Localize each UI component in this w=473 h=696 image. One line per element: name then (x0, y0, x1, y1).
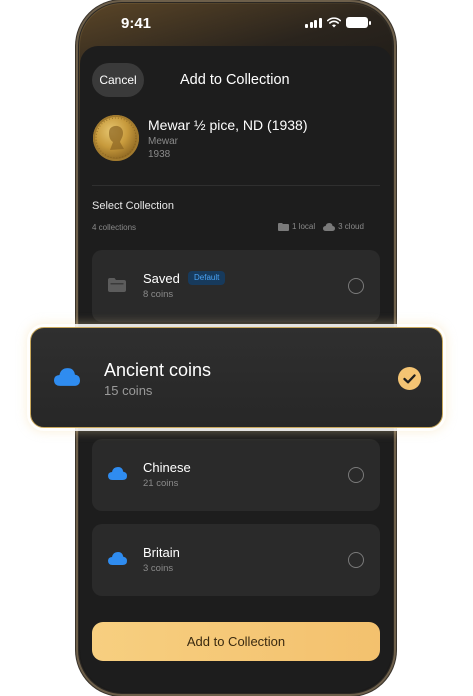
check-icon[interactable] (398, 367, 421, 390)
collection-card-saved[interactable]: Saved Default 8 coins (92, 250, 380, 322)
cloud-icon (323, 222, 336, 231)
sheet-title: Add to Collection (180, 72, 290, 88)
radio-button[interactable] (348, 278, 364, 294)
coin-year: 1938 (148, 149, 171, 160)
local-stat: 1 local (278, 222, 315, 231)
collection-card-ancient-coins[interactable]: Ancient coins 15 coins (30, 327, 443, 428)
default-badge: Default (188, 271, 226, 285)
collection-card-britain[interactable]: Britain 3 coins (92, 524, 380, 596)
add-to-collection-button[interactable]: Add to Collection (92, 622, 380, 661)
folder-icon (108, 278, 126, 292)
status-time: 9:41 (121, 15, 152, 32)
cloud-icon (108, 552, 127, 565)
section-title: Select Collection (92, 200, 174, 212)
collection-name: Ancient coins (104, 360, 212, 380)
collections-count: 4 collections (92, 223, 137, 232)
cancel-button[interactable]: Cancel (92, 63, 144, 97)
radio-button[interactable] (348, 552, 364, 568)
collection-count: 21 coins (143, 478, 179, 489)
local-count: 1 local (292, 222, 316, 231)
cloud-count: 3 cloud (338, 222, 364, 231)
collection-count: 8 coins (143, 289, 174, 300)
collection-name: Britain (143, 545, 180, 560)
battery-icon (345, 17, 371, 28)
radio-button[interactable] (348, 467, 364, 483)
collection-name: Chinese (143, 460, 191, 475)
coin-region: Mewar (148, 136, 179, 147)
cloud-stat: 3 cloud (323, 222, 364, 231)
coin-thumbnail (93, 115, 139, 161)
coin-title: Mewar ½ pice, ND (1938) (148, 117, 308, 133)
wifi-icon (326, 17, 341, 28)
collection-count: 15 coins (104, 383, 153, 398)
storage-stats: 1 local 3 cloud (278, 222, 364, 231)
collection-card-chinese[interactable]: Chinese 21 coins (92, 439, 380, 511)
collection-name: Saved (143, 271, 180, 286)
cloud-icon (108, 467, 127, 480)
collection-count: 3 coins (143, 563, 174, 574)
cloud-icon (54, 368, 80, 386)
status-icons (305, 17, 371, 28)
folder-icon (278, 222, 289, 231)
signal-icon (305, 17, 322, 28)
divider (92, 185, 380, 186)
